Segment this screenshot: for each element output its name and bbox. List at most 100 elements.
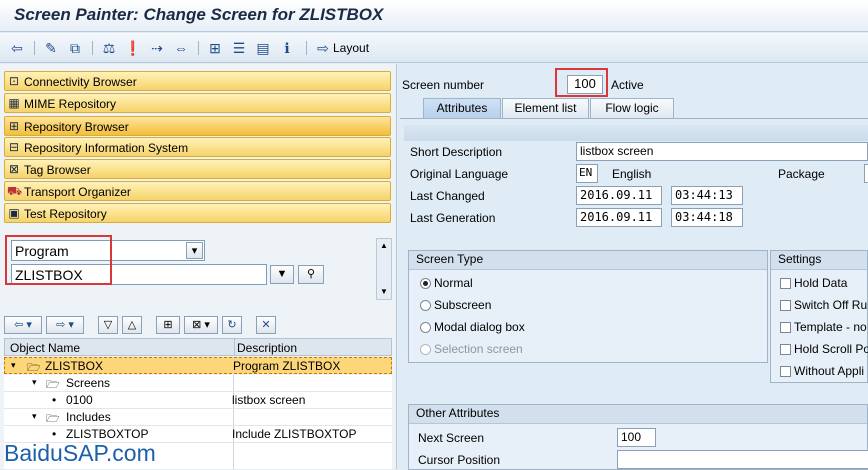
dropdown-arrow-icon[interactable]: ▼ xyxy=(270,265,294,284)
screen-number-label: Screen number xyxy=(402,78,485,92)
package-field[interactable] xyxy=(864,164,868,183)
expand-icon[interactable]: △ xyxy=(122,316,142,334)
expand-down-icon[interactable]: ▾ xyxy=(11,360,16,371)
nav-tag-browser[interactable]: ⊠ Tag Browser xyxy=(4,159,391,179)
chk-hold-scroll[interactable] xyxy=(780,344,791,355)
attributes-panel: Short Description listbox screen Origina… xyxy=(400,118,868,470)
tree-node-name: ZLISTBOXTOP xyxy=(66,427,149,441)
where-used-icon[interactable]: ⇔ xyxy=(172,39,190,57)
list-icon[interactable]: ▤ xyxy=(254,39,272,57)
highlight-box xyxy=(555,68,608,97)
expand-down-icon[interactable]: ▾ xyxy=(32,411,37,422)
tree-node-desc: Program ZLISTBOX xyxy=(233,359,341,373)
collapse-icon[interactable]: ▽ xyxy=(98,316,118,334)
tree-header: Object Name Description xyxy=(4,338,392,356)
screen-type-group: Screen Type Normal Subscreen Modal dialo… xyxy=(408,250,768,363)
hierarchy-icon[interactable]: ⊞ xyxy=(206,39,224,57)
last-changed-label: Last Changed xyxy=(410,189,485,203)
chk-switch-off-label: Switch Off Ru xyxy=(794,298,868,312)
nav-label: MIME Repository xyxy=(24,97,117,111)
watermark: BaiduSAP.com xyxy=(4,440,156,466)
scroll-down-icon[interactable]: ▼ xyxy=(377,285,391,299)
last-gen-label: Last Generation xyxy=(410,211,496,225)
other-attributes-title: Other Attributes xyxy=(409,405,867,424)
radio-modal-dialog[interactable] xyxy=(420,322,431,333)
nav-connectivity-browser[interactable]: ⊡ Connectivity Browser xyxy=(4,71,391,91)
window-title: Screen Painter: Change Screen for ZLISTB… xyxy=(14,5,384,24)
chk-switch-off[interactable] xyxy=(780,300,791,311)
next-screen-field[interactable]: 100 xyxy=(617,428,656,447)
next-screen-label: Next Screen xyxy=(418,431,485,445)
col-divider xyxy=(234,339,235,355)
scrollbar[interactable]: ▲ ▼ xyxy=(376,238,392,300)
orig-lang-field[interactable]: EN xyxy=(576,164,598,183)
forward-arrow-icon[interactable]: ⇨ ▾ xyxy=(46,316,84,334)
chk-hold-data-label: Hold Data xyxy=(794,276,848,290)
tab-attributes[interactable]: Attributes xyxy=(423,98,501,118)
activate-icon[interactable]: ❗ xyxy=(124,39,142,57)
radio-selection-label: Selection screen xyxy=(434,342,523,356)
tab-element-list[interactable]: Element list xyxy=(502,98,589,118)
short-desc-label: Short Description xyxy=(410,145,503,159)
cursor-position-field[interactable] xyxy=(617,450,868,469)
connectivity-icon: ⊡ xyxy=(8,74,20,88)
chk-without-appl[interactable] xyxy=(780,366,791,377)
radio-normal[interactable] xyxy=(420,278,431,289)
last-changed-date: 2016.09.11 xyxy=(576,186,662,205)
display-change-icon[interactable]: ✎ xyxy=(42,39,60,57)
hierarchy-icon[interactable]: ⊞ xyxy=(156,316,180,334)
nav-label: Repository Browser xyxy=(24,120,129,134)
nav-mime-repository[interactable]: ▦ MIME Repository xyxy=(4,93,391,113)
tree-row-screens[interactable]: ▾ 🗁 Screens xyxy=(4,375,392,392)
test-icon[interactable]: ⇢ xyxy=(148,39,166,57)
tab-flow-logic[interactable]: Flow logic xyxy=(590,98,674,118)
tree-row-program[interactable]: ▾ 🗁 ZLISTBOX Program ZLISTBOX xyxy=(4,357,392,374)
hierarchy-icon: ⊟ xyxy=(8,140,20,154)
tag-icon: ⊠ xyxy=(8,162,20,176)
nav-repository-browser[interactable]: ⊞ Repository Browser xyxy=(4,116,391,136)
display-glasses-icon[interactable]: ⚲ xyxy=(298,265,324,284)
other-object-icon[interactable]: ⧉ xyxy=(66,39,84,57)
layout-button[interactable]: Layout xyxy=(333,41,369,55)
check-icon[interactable]: ⚖ xyxy=(100,39,118,57)
stack-icon[interactable]: ☰ xyxy=(230,39,248,57)
truck-icon: ⛟ xyxy=(7,184,23,198)
nav-label: Connectivity Browser xyxy=(24,75,137,89)
screen-status: Active xyxy=(611,78,644,92)
chk-template-label: Template - no xyxy=(794,320,867,334)
col-divider xyxy=(233,375,234,391)
back-arrow-icon[interactable]: ⇦ ▾ xyxy=(4,316,42,334)
back-arrow-icon[interactable]: ⇦ xyxy=(8,39,26,57)
application-toolbar: ⇦ ✎ ⧉ ⚖ ❗ ⇢ ⇔ ⊞ ☰ ▤ ℹ ⇨ Layout xyxy=(0,33,868,63)
nav-transport-organizer[interactable]: ⛟ Transport Organizer xyxy=(4,181,391,201)
expand-down-icon[interactable]: ▾ xyxy=(32,377,37,388)
info-icon[interactable]: ℹ xyxy=(278,39,296,57)
toolbar-separator xyxy=(92,41,93,55)
radio-subscreen[interactable] xyxy=(420,300,431,311)
grid-icon[interactable]: ⊠ ▾ xyxy=(184,316,218,334)
close-icon[interactable]: ✕ xyxy=(256,316,276,334)
tree-node-name: ZLISTBOX xyxy=(45,359,104,373)
tree-node-name: 0100 xyxy=(66,393,93,407)
object-navigator-pane: ⊡ Connectivity Browser ▦ MIME Repository… xyxy=(0,64,397,469)
nav-repository-info-system[interactable]: ⊟ Repository Information System xyxy=(4,137,391,157)
scroll-up-icon[interactable]: ▲ xyxy=(377,239,391,253)
chk-hold-scroll-label: Hold Scroll Pos xyxy=(794,342,868,356)
tree-node-desc: Include ZLISTBOXTOP xyxy=(232,427,357,441)
radio-normal-label: Normal xyxy=(434,276,473,290)
other-attributes-group: Other Attributes Next Screen 100 Cursor … xyxy=(408,404,868,470)
chk-hold-data[interactable] xyxy=(780,278,791,289)
bullet-icon: • xyxy=(52,393,57,407)
chevron-down-icon[interactable]: ▾ xyxy=(186,242,203,259)
short-desc-field[interactable]: listbox screen xyxy=(576,142,868,161)
tree-row-screen-0100[interactable]: • 0100 listbox screen xyxy=(4,392,392,409)
refresh-icon[interactable]: ↻ xyxy=(222,316,242,334)
last-gen-time: 03:44:18 xyxy=(671,208,743,227)
nav-test-repository[interactable]: ▣ Test Repository xyxy=(4,203,391,223)
arrow-right-icon[interactable]: ⇨ xyxy=(314,39,332,57)
radio-selection-screen xyxy=(420,344,431,355)
tree-row-includes[interactable]: ▾ 🗁 Includes xyxy=(4,409,392,426)
repository-tree-icon: ⊞ xyxy=(8,119,20,133)
chk-template[interactable] xyxy=(780,322,791,333)
title-bar: Screen Painter: Change Screen for ZLISTB… xyxy=(0,0,868,32)
